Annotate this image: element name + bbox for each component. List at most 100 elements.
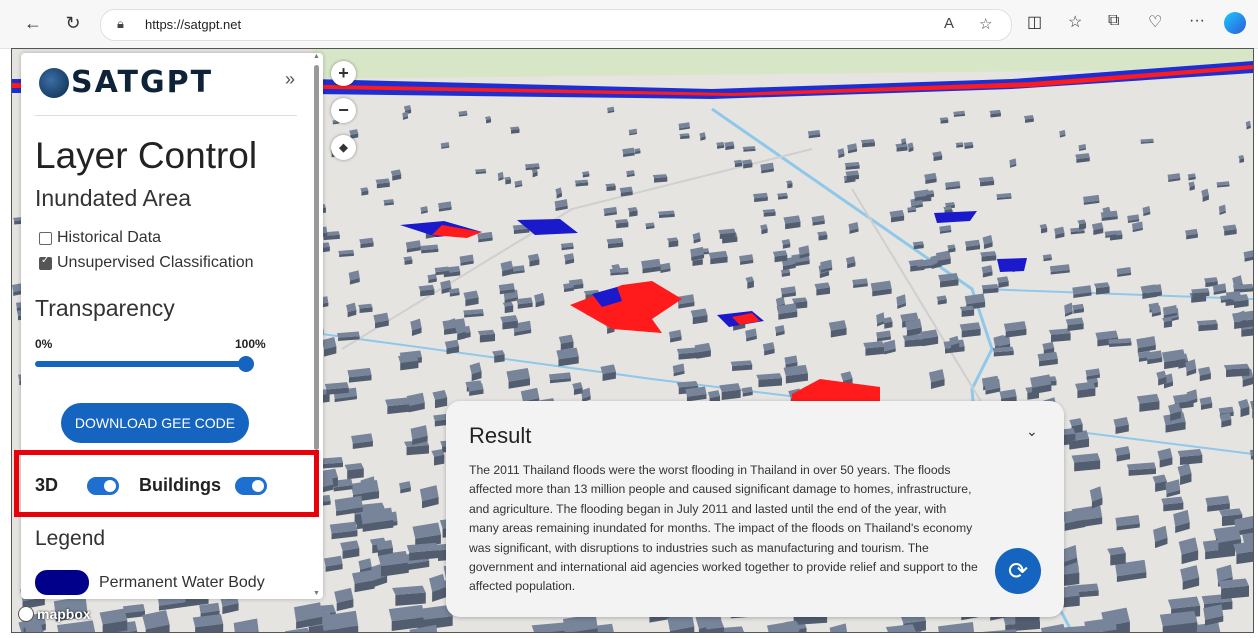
building-block <box>99 608 128 632</box>
zoom-out-button[interactable]: − <box>331 98 356 123</box>
zoom-in-button[interactable]: + <box>331 61 356 86</box>
reload-icon[interactable]: ↻ <box>60 10 86 36</box>
result-text: The 2011 Thailand floods were the worst … <box>469 463 978 594</box>
building-block <box>1232 294 1249 309</box>
mapbox-wordmark: mapbox <box>37 606 91 622</box>
building-block <box>534 292 545 308</box>
building-block <box>837 148 845 159</box>
download-gee-code-button[interactable]: DOWNLOAD GEE CODE <box>61 403 249 443</box>
transparency-slider[interactable] <box>35 356 254 372</box>
read-aloud-icon[interactable]: A <box>944 15 954 32</box>
back-icon[interactable]: ← <box>20 10 46 36</box>
building-block <box>739 254 754 265</box>
building-block <box>434 266 450 276</box>
scroll-down-icon[interactable]: ▼ <box>313 590 320 597</box>
building-block <box>390 169 402 181</box>
building-block <box>716 141 725 149</box>
legend-heading: Legend <box>35 527 106 550</box>
building-block <box>981 265 993 278</box>
split-screen-icon[interactable]: ◫ <box>1027 12 1042 32</box>
chevron-down-icon[interactable]: ⌄ <box>1026 423 1038 440</box>
building-block <box>1144 284 1162 298</box>
mapbox-logo[interactable]: mapbox <box>18 606 91 622</box>
building-block <box>774 325 785 337</box>
building-block <box>385 397 410 415</box>
building-block <box>346 302 357 318</box>
building-block <box>329 521 358 540</box>
checkbox-checked-icon[interactable] <box>39 255 52 270</box>
url-text[interactable]: https://satgpt.net <box>145 17 241 32</box>
building-block <box>1217 578 1249 600</box>
building-block <box>752 192 768 203</box>
lock-icon: 🔒︎ <box>117 16 124 31</box>
building-block <box>724 141 735 151</box>
building-block <box>340 540 360 559</box>
building-block <box>420 244 439 254</box>
building-block <box>337 331 360 342</box>
building-block <box>811 215 825 226</box>
refresh-icon[interactable]: ⟳ <box>995 548 1041 594</box>
annotation-highlight-box <box>14 450 319 517</box>
building-block <box>936 295 947 305</box>
building-block <box>1198 366 1211 382</box>
scrollbar-thumb[interactable] <box>314 65 319 450</box>
building-block <box>955 142 964 148</box>
building-block <box>932 151 943 162</box>
slider-max-label: 100% <box>235 337 266 351</box>
building-block <box>814 282 831 296</box>
building-block <box>558 334 574 351</box>
compass-button[interactable]: ◆ <box>331 135 356 160</box>
building-block <box>506 368 530 389</box>
favorites-icon[interactable]: ☆ <box>1068 12 1082 32</box>
scroll-up-icon[interactable]: ▲ <box>313 53 320 60</box>
building-block <box>475 168 487 175</box>
building-block <box>845 256 856 269</box>
building-block <box>634 148 641 155</box>
building-block <box>938 273 959 288</box>
building-block <box>939 117 949 124</box>
building-block <box>772 250 788 263</box>
slider-min-label: 0% <box>35 337 53 351</box>
favorite-star-icon[interactable]: ☆ <box>979 15 992 33</box>
building-block <box>574 179 589 187</box>
building-block <box>719 383 741 401</box>
building-block <box>359 237 374 249</box>
building-block <box>1042 254 1052 262</box>
building-block <box>600 364 616 382</box>
building-block <box>1091 222 1104 235</box>
building-block <box>324 382 349 395</box>
building-block <box>556 347 579 367</box>
building-block <box>427 273 437 284</box>
building-block <box>388 604 425 631</box>
building-block <box>524 163 540 171</box>
building-block <box>334 587 354 612</box>
building-block <box>679 133 690 140</box>
checkbox-icon[interactable] <box>39 231 52 245</box>
collections-icon[interactable]: ⧉ <box>1108 12 1119 30</box>
unsupervised-classification-checkbox[interactable]: Unsupervised Classification <box>39 254 254 272</box>
building-block <box>959 322 981 338</box>
building-block <box>1065 317 1084 332</box>
building-block <box>418 284 435 297</box>
health-icon[interactable]: ♡ <box>1148 12 1162 32</box>
building-block <box>777 192 788 200</box>
historical-data-checkbox[interactable]: Historical Data <box>39 229 161 247</box>
building-block <box>762 342 775 356</box>
collapse-panel-icon[interactable]: » <box>285 69 295 90</box>
address-bar[interactable]: 🔒︎ https://satgpt.net A ☆ <box>100 9 1012 41</box>
building-block <box>964 239 980 251</box>
more-menu-icon[interactable]: ··· <box>1189 12 1205 30</box>
building-block <box>1072 303 1084 314</box>
building-block <box>741 159 753 169</box>
building-block <box>912 241 924 250</box>
copilot-icon[interactable] <box>1224 12 1246 34</box>
building-block <box>1180 565 1200 590</box>
building-block <box>668 329 682 343</box>
building-block <box>756 373 782 388</box>
slider-thumb[interactable] <box>238 356 254 372</box>
building-block <box>419 485 439 509</box>
building-block <box>563 282 574 293</box>
building-block <box>375 178 390 189</box>
building-block <box>947 244 956 253</box>
building-block <box>925 190 935 198</box>
